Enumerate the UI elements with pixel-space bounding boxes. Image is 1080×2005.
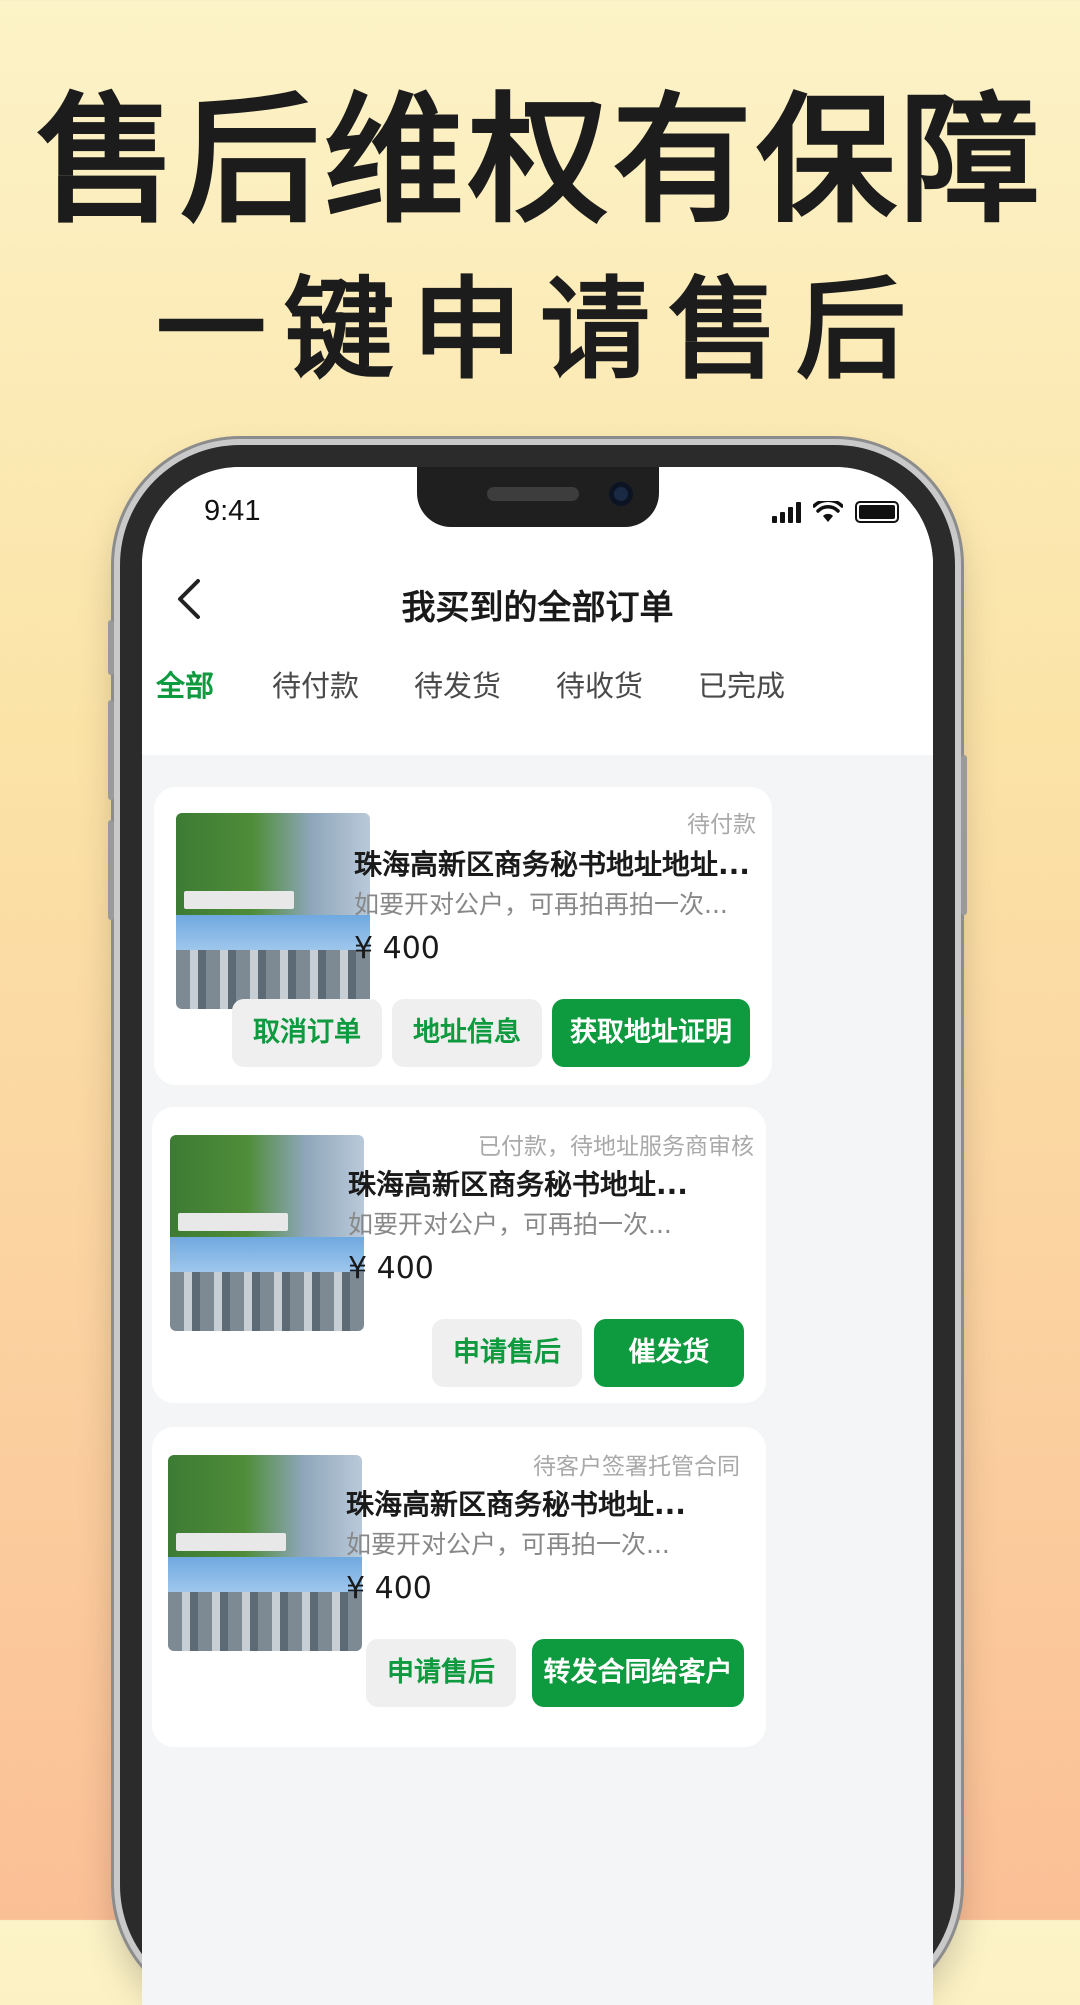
tab-pending-payment[interactable]: 待付款 xyxy=(272,663,359,705)
address-info-button[interactable]: 地址信息 xyxy=(392,999,542,1067)
order-status: 待客户签署托管合同 xyxy=(533,1454,740,1480)
phone-screen: 9:41 我买到的全部订单 全部 待付款 待发货 待收货 已完成 待付款 珠海高… xyxy=(142,467,933,2005)
cellular-signal-icon xyxy=(772,501,801,523)
mute-switch xyxy=(108,620,114,675)
order-card[interactable]: 待付款 珠海高新区商务秘书地址地址... 如要开对公户，可再拍再拍一次... ¥… xyxy=(154,787,772,1085)
order-description: 如要开对公户，可再拍再拍一次... xyxy=(354,890,728,919)
speaker xyxy=(487,487,579,501)
status-time: 9:41 xyxy=(204,495,261,527)
notch xyxy=(417,467,659,527)
volume-down-button xyxy=(108,820,114,920)
urge-shipment-button[interactable]: 催发货 xyxy=(594,1319,744,1387)
order-price: ¥ 400 xyxy=(346,1571,432,1606)
tab-pending-receipt[interactable]: 待收货 xyxy=(556,663,643,705)
order-thumbnail xyxy=(168,1455,362,1651)
order-thumbnail xyxy=(170,1135,364,1331)
camera-icon xyxy=(609,482,633,506)
order-title: 珠海高新区商务秘书地址... xyxy=(346,1488,686,1521)
order-description: 如要开对公户，可再拍一次... xyxy=(348,1210,672,1239)
status-icons xyxy=(772,501,899,523)
page-title: 我买到的全部订单 xyxy=(401,588,674,628)
tab-all[interactable]: 全部 xyxy=(156,663,214,705)
promo-subheadline: 一键申请售后 xyxy=(156,266,924,394)
order-status: 待付款 xyxy=(687,812,756,838)
power-button xyxy=(961,755,967,915)
get-address-proof-button[interactable]: 获取地址证明 xyxy=(552,999,750,1067)
cancel-order-button[interactable]: 取消订单 xyxy=(232,999,382,1067)
order-card[interactable]: 已付款，待地址服务商审核 珠海高新区商务秘书地址... 如要开对公户，可再拍一次… xyxy=(152,1107,766,1403)
order-description: 如要开对公户，可再拍一次... xyxy=(346,1530,670,1559)
wifi-icon xyxy=(813,501,843,522)
promo-headline: 售后维权有保障 xyxy=(35,80,1044,243)
tab-completed[interactable]: 已完成 xyxy=(698,663,785,705)
tab-pending-shipment[interactable]: 待发货 xyxy=(414,663,501,705)
apply-after-sales-button[interactable]: 申请售后 xyxy=(432,1319,582,1387)
order-price: ¥ 400 xyxy=(348,1251,434,1286)
order-title: 珠海高新区商务秘书地址地址... xyxy=(354,848,750,881)
apply-after-sales-button[interactable]: 申请售后 xyxy=(366,1639,516,1707)
order-price: ¥ 400 xyxy=(354,931,440,966)
forward-contract-button[interactable]: 转发合同给客户 xyxy=(532,1639,744,1707)
phone-frame: 9:41 我买到的全部订单 全部 待付款 待发货 待收货 已完成 待付款 珠海高… xyxy=(108,445,967,2005)
volume-up-button xyxy=(108,700,114,800)
order-title: 珠海高新区商务秘书地址... xyxy=(348,1168,688,1201)
order-tabs: 全部 待付款 待发货 待收货 已完成 xyxy=(142,663,933,715)
order-card[interactable]: 待客户签署托管合同 珠海高新区商务秘书地址... 如要开对公户，可再拍一次...… xyxy=(152,1427,766,1747)
battery-icon xyxy=(855,501,899,523)
order-status: 已付款，待地址服务商审核 xyxy=(478,1134,754,1160)
order-thumbnail xyxy=(176,813,370,1009)
